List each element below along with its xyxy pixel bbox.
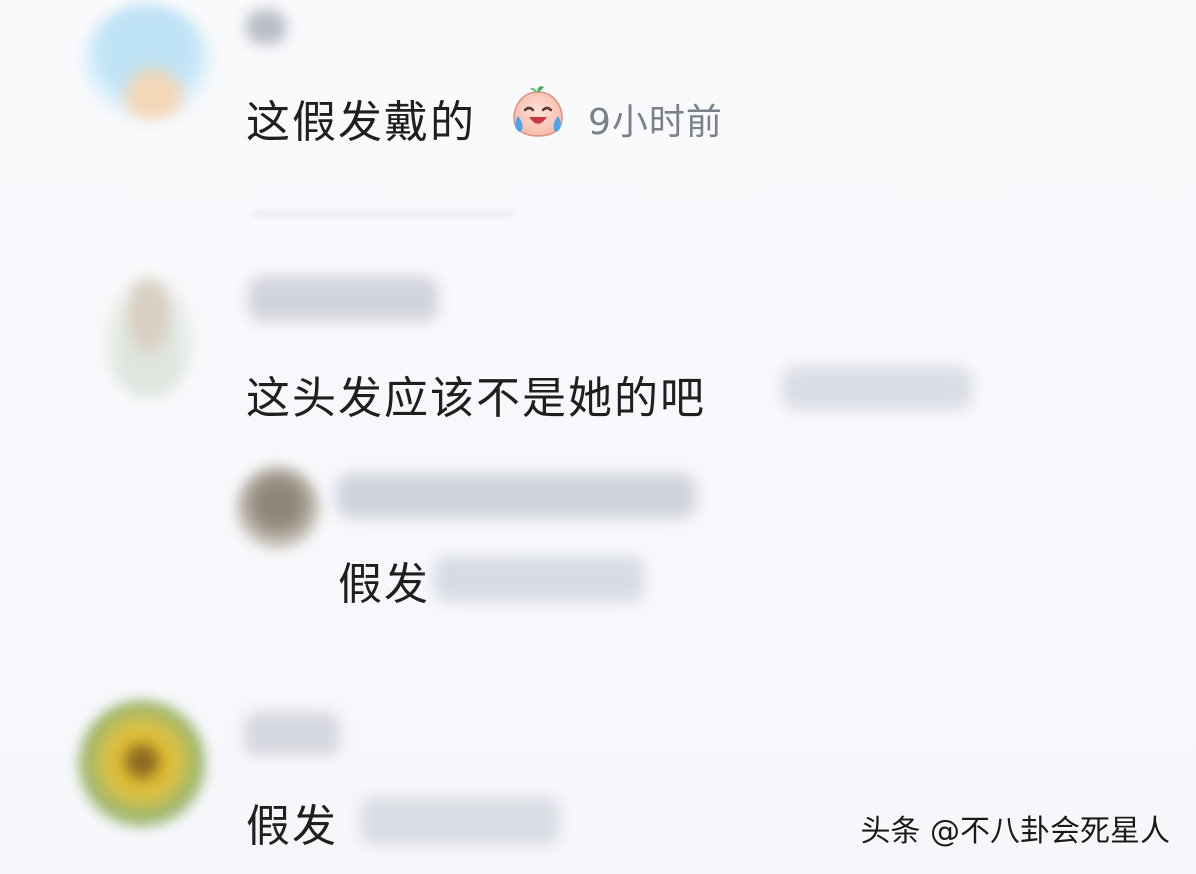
comment-text: 假发 (246, 801, 338, 852)
avatar[interactable] (78, 700, 206, 828)
username-blurred[interactable] (246, 10, 286, 44)
username-blurred[interactable] (336, 474, 696, 518)
avatar[interactable] (82, 4, 212, 120)
redacted-text (782, 366, 972, 410)
comment-thread: 这假发戴的 9小时前 这头发应该不是她的吧 假发 假发 头条 @不八卦会死星人 (0, 0, 1196, 874)
divider (252, 210, 514, 218)
username-blurred[interactable] (248, 276, 438, 322)
username-blurred[interactable] (244, 712, 340, 756)
comment-text: 这头发应该不是她的吧 (246, 373, 706, 424)
redacted-text (434, 556, 644, 602)
comment-timestamp: 9小时前 (588, 102, 723, 143)
avatar[interactable] (236, 466, 320, 550)
comment-text: 这假发戴的 (246, 97, 476, 148)
avatar[interactable] (104, 278, 194, 398)
reply-text: 假发 (338, 559, 430, 610)
laughing-crying-face-icon (513, 86, 563, 137)
watermark: 头条 @不八卦会死星人 (860, 814, 1170, 849)
redacted-text (360, 796, 560, 846)
